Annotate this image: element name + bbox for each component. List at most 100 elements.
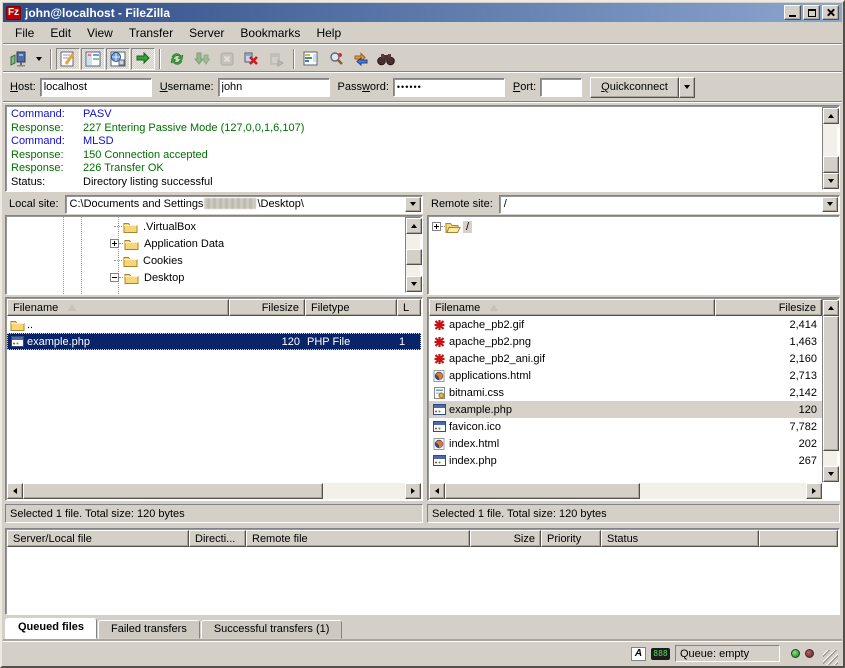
directory-comparison-button[interactable] [324,48,348,70]
file-row[interactable]: apache_pb2_ani.gif 2,160 [429,350,822,367]
ascii-data-type-icon[interactable]: A [631,647,646,661]
column-header-filesize[interactable]: Filesize [229,299,305,316]
file-row[interactable]: index.php 267 [429,452,822,469]
tree-item-application-data[interactable]: Application Data [6,235,405,252]
file-row[interactable]: index.html 202 [429,435,822,452]
scroll-down-button[interactable] [406,276,422,292]
toggle-message-log-button[interactable] [56,48,80,70]
resize-grip[interactable] [823,650,838,665]
scroll-left-button[interactable] [7,483,23,499]
toggle-transfer-queue-button[interactable] [131,48,155,70]
reconnect-button[interactable] [265,48,289,70]
column-header-remote-file[interactable]: Remote file [246,530,470,547]
tree-item-virtualbox[interactable]: .VirtualBox [6,218,405,235]
menu-bookmarks[interactable]: Bookmarks [232,24,308,42]
column-header-filesize[interactable]: Filesize [715,299,822,316]
menu-transfer[interactable]: Transfer [121,24,181,42]
collapse-icon[interactable] [110,273,119,282]
disconnect-button[interactable] [240,48,264,70]
scroll-thumb[interactable] [445,483,640,499]
file-row[interactable]: bitnami.css 2,142 [429,384,822,401]
quickconnect-dropdown-button[interactable] [679,77,695,98]
cancel-operation-button[interactable] [215,48,239,70]
css-file-icon [431,387,447,399]
file-row-parent-dir[interactable]: .. [7,316,421,333]
local-list-horizontal-scrollbar[interactable] [7,483,421,499]
maximize-button[interactable] [803,5,820,20]
file-row-example-php[interactable]: example.php 120 [429,401,822,418]
scroll-thumb[interactable] [823,316,839,451]
tab-failed-transfers[interactable]: Failed transfers [98,620,200,639]
menu-edit[interactable]: Edit [42,24,79,42]
password-input[interactable] [393,78,505,97]
scroll-up-button[interactable] [823,300,839,316]
scroll-left-button[interactable] [429,483,445,499]
remote-site-combobox[interactable]: / [499,195,840,214]
local-tree-scrollbar[interactable] [405,217,421,293]
menu-file[interactable]: File [7,24,42,42]
site-manager-button[interactable] [7,48,31,70]
scroll-thumb[interactable] [23,483,323,499]
toggle-remote-tree-button[interactable] [106,48,130,70]
directory-listing-filters-button[interactable] [299,48,323,70]
scroll-down-button[interactable] [823,173,839,189]
column-header-filename[interactable]: Filename [7,299,229,316]
column-header-server-local-file[interactable]: Server/Local file [7,530,189,547]
port-input[interactable] [540,78,582,97]
log-vertical-scrollbar[interactable] [822,107,838,190]
menu-server[interactable]: Server [181,24,232,42]
synchronized-browsing-button[interactable] [349,48,373,70]
local-site-combobox[interactable]: C:\Documents and Settings\Desktop\ [65,195,423,214]
scroll-thumb[interactable] [406,249,422,265]
quickconnect-button[interactable]: Quickconnect [590,77,679,98]
column-header-status[interactable]: Status [601,530,759,547]
file-row[interactable]: applications.html 2,713 [429,367,822,384]
arrow-left-icon [435,488,439,494]
title-bar[interactable]: Fz john@localhost - FileZilla [3,3,842,22]
scroll-thumb[interactable] [823,156,839,173]
column-header-priority[interactable]: Priority [541,530,601,547]
tab-queued-files[interactable]: Queued files [5,618,97,639]
scroll-right-button[interactable] [806,483,822,499]
expand-icon[interactable] [432,222,441,231]
tree-item-desktop[interactable]: Desktop [6,269,405,286]
column-header-filename[interactable]: Filename [429,299,715,316]
column-header-size[interactable]: Size [470,530,541,547]
toggle-local-tree-button[interactable] [81,48,105,70]
host-input[interactable] [40,78,152,97]
column-header-last-modified[interactable]: L [397,299,421,316]
local-site-bar: Local site: C:\Documents and Settings\De… [5,194,423,214]
scroll-right-button[interactable] [405,483,421,499]
remote-list-horizontal-scrollbar[interactable] [429,483,822,499]
scroll-up-button[interactable] [823,108,839,124]
expand-icon[interactable] [110,239,119,248]
sort-ascending-icon [490,305,498,311]
scroll-down-button[interactable] [823,466,839,482]
file-row[interactable]: favicon.ico 7,782 [429,418,822,435]
file-row-example-php[interactable]: example.php 120 PHP File 1 [7,333,421,350]
tree-item-root[interactable]: / [428,218,839,235]
local-site-dropdown-button[interactable] [405,197,421,212]
refresh-button[interactable] [165,48,189,70]
scroll-up-button[interactable] [406,218,422,234]
process-queue-button[interactable] [190,48,214,70]
column-header-filetype[interactable]: Filetype [305,299,397,316]
menu-help[interactable]: Help [308,24,349,42]
remote-list-vertical-scrollbar[interactable] [822,299,838,483]
speed-limit-icon[interactable]: 888 [651,648,670,660]
dropdown-arrow-icon [410,202,416,206]
tree-item-cookies[interactable]: Cookies [6,252,405,269]
close-button[interactable] [822,5,839,20]
menu-view[interactable]: View [79,24,121,42]
minimize-button[interactable] [784,5,801,20]
column-header-direction[interactable]: Directi... [189,530,246,547]
remote-file-list: Filename Filesize apache_pb2.gif 2,414 a… [427,297,840,501]
html-file-icon [431,370,447,382]
remote-site-dropdown-button[interactable] [822,197,838,212]
username-input[interactable] [218,78,330,97]
find-files-button[interactable] [374,48,398,70]
file-row[interactable]: apache_pb2.png 1,463 [429,333,822,350]
tab-successful-transfers[interactable]: Successful transfers (1) [201,620,343,639]
site-manager-dropdown-button[interactable] [32,48,46,70]
file-row[interactable]: apache_pb2.gif 2,414 [429,316,822,333]
